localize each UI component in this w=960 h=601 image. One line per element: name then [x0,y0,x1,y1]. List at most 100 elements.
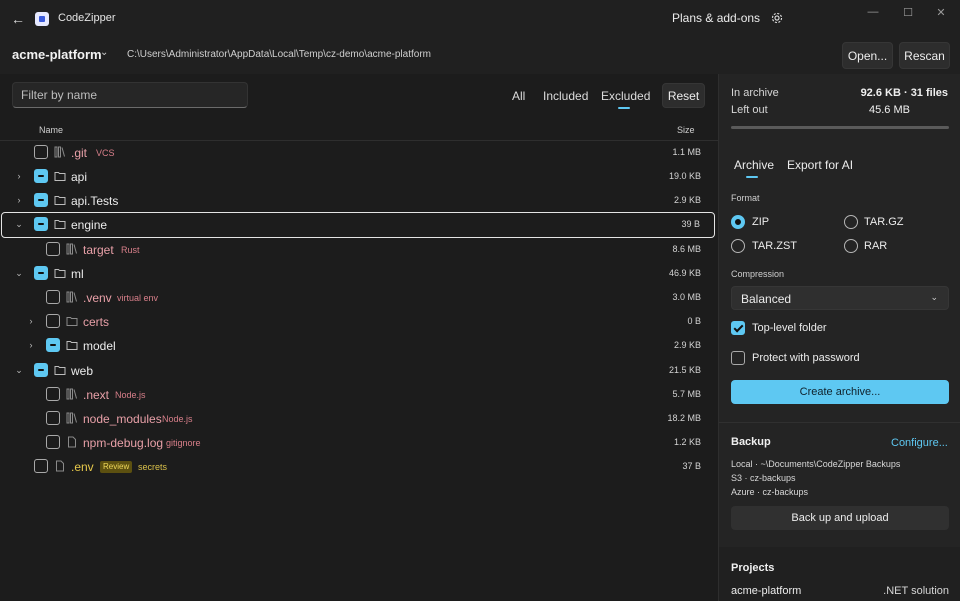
radio-tar-gz-label[interactable]: TAR.GZ [864,216,904,228]
row-size: 1.1 MB [672,147,701,157]
project-header: acme-platform ⌄ C:\Users\Administrator\A… [0,38,960,74]
tab-archive[interactable]: Archive [734,158,774,172]
row-checkbox[interactable] [46,290,60,304]
projects-title: Projects [731,562,775,574]
table-row[interactable]: node_modules Node.js 18.2 MB [0,407,718,431]
table-row[interactable]: target Rust 8.6 MB [0,238,718,262]
row-tag: Node.js [162,414,193,424]
back-arrow-icon[interactable]: ← [8,9,28,29]
table-row[interactable]: ⌄ web 21.5 KB [0,359,718,383]
top-level-folder-label[interactable]: Top-level folder [752,322,827,334]
column-header-name[interactable]: Name [39,125,63,135]
left-out-value: 45.6 MB [869,104,910,116]
row-size: 2.9 KB [673,340,701,350]
plans-addons-link[interactable]: Plans & add-ons [672,11,760,25]
backup-target: Local · ~\Documents\CodeZipper Backups [731,459,901,469]
project-item-name[interactable]: acme-platform [731,585,801,597]
folder-icon [54,220,66,229]
row-checkbox[interactable] [46,435,60,449]
table-row-selected[interactable]: ⌄ engine 39 B [1,212,715,238]
radio-zip[interactable] [731,215,745,229]
chevron-right-icon[interactable]: › [26,315,36,327]
library-icon [66,243,77,255]
chevron-right-icon[interactable]: › [14,170,24,182]
column-header-size[interactable]: Size [677,125,695,135]
backup-title: Backup [731,436,771,448]
radio-zip-label[interactable]: ZIP [752,216,769,228]
open-button[interactable]: Open... [842,42,893,69]
row-checkbox[interactable] [46,387,60,401]
row-checkbox[interactable] [46,338,60,352]
row-checkbox[interactable] [34,217,48,231]
project-name[interactable]: acme-platform [12,47,102,62]
radio-tar-zst[interactable] [731,239,745,253]
row-name: model [83,339,116,353]
table-row[interactable]: .venv virtual env 3.0 MB [0,286,718,310]
projects-section: Projects acme-platform .NET solution [719,547,960,601]
chevron-down-icon[interactable]: ⌄ [14,218,24,230]
row-size: 18.2 MB [667,413,701,423]
tab-all[interactable]: All [512,89,525,103]
row-checkbox[interactable] [46,314,60,328]
chevron-down-icon[interactable]: ⌄ [100,47,108,58]
title-bar: ← CodeZipper Plans & add-ons — ☐ ✕ [0,0,960,38]
reset-button[interactable]: Reset [662,83,705,108]
tab-included[interactable]: Included [543,89,588,103]
chevron-down-icon[interactable]: ⌄ [14,364,24,376]
maximize-icon[interactable]: ☐ [897,5,919,19]
table-row[interactable]: ⌄ ml 46.9 KB [0,262,718,286]
row-checkbox[interactable] [46,242,60,256]
tab-export-for-ai[interactable]: Export for AI [787,158,853,172]
close-icon[interactable]: ✕ [930,5,952,19]
active-tab-indicator [746,176,758,178]
row-name: node_modules [83,412,162,426]
top-level-folder-checkbox[interactable] [731,321,745,335]
table-row[interactable]: .next Node.js 5.7 MB [0,383,718,407]
table-row[interactable]: › certs 0 B [0,310,718,334]
radio-rar[interactable] [844,239,858,253]
row-checkbox[interactable] [34,459,48,473]
minimize-icon[interactable]: — [862,5,884,19]
chevron-right-icon[interactable]: › [26,339,36,351]
table-row[interactable]: › model 2.9 KB [0,334,718,358]
format-label: Format [731,193,760,203]
row-size: 21.5 KB [668,365,701,375]
tab-excluded[interactable]: Excluded [601,89,650,103]
section-divider [719,422,960,423]
row-checkbox[interactable] [34,145,48,159]
row-tag: secrets [138,462,168,472]
folder-icon [54,172,66,181]
filter-input[interactable] [12,82,248,108]
folder-icon [66,341,78,350]
chevron-right-icon[interactable]: › [14,194,24,206]
table-row[interactable]: .env Review secrets 37 B [0,455,718,479]
row-size: 8.6 MB [672,244,701,254]
radio-tar-zst-label[interactable]: TAR.ZST [752,240,797,252]
radio-tar-gz[interactable] [844,215,858,229]
row-checkbox[interactable] [34,363,48,377]
table-row[interactable]: › api 19.0 KB [0,165,718,189]
compression-select[interactable]: Balanced ⌄ [731,286,949,310]
row-tag: Rust [121,245,140,255]
radio-rar-label[interactable]: RAR [864,240,887,252]
row-checkbox[interactable] [34,193,48,207]
row-tag: Node.js [115,390,146,400]
active-tab-indicator [618,107,630,109]
gear-icon[interactable] [770,11,784,25]
configure-link[interactable]: Configure... [891,437,948,449]
back-up-and-upload-button[interactable]: Back up and upload [731,506,949,530]
chevron-down-icon[interactable]: ⌄ [14,267,24,279]
row-checkbox[interactable] [46,411,60,425]
row-name: .git [71,146,88,160]
table-row[interactable]: › api.Tests 2.9 KB [0,189,718,213]
row-size: 1.2 KB [673,437,701,447]
row-checkbox[interactable] [34,266,48,280]
rescan-button[interactable]: Rescan [899,42,950,69]
row-checkbox[interactable] [34,169,48,183]
create-archive-button[interactable]: Create archive... [731,380,949,404]
protect-password-checkbox[interactable] [731,351,745,365]
table-row[interactable]: .git VCS 1.1 MB [0,141,718,165]
table-row[interactable]: npm-debug.log gitignore 1.2 KB [0,431,718,455]
file-tree-panel: All Included Excluded Reset Name Size .g… [0,74,718,601]
protect-password-label[interactable]: Protect with password [752,352,860,364]
